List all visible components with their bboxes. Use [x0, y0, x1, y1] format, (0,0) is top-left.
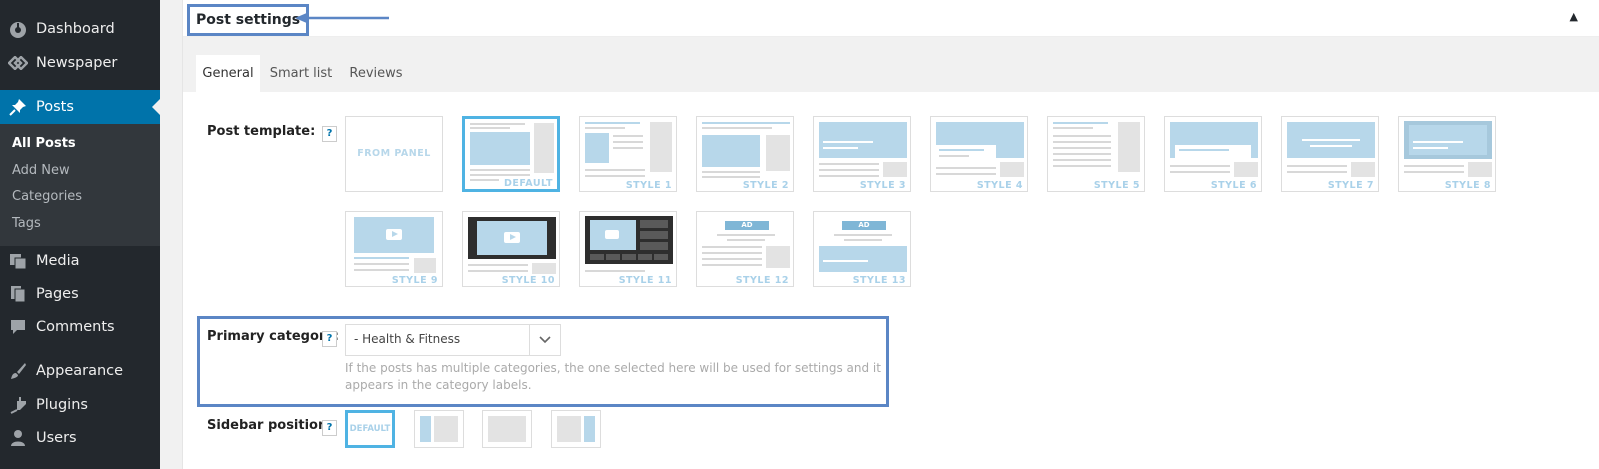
template-label: STYLE 3 — [854, 179, 910, 191]
template-style-6[interactable]: STYLE 6 — [1164, 116, 1262, 192]
template-style-10[interactable]: STYLE 10 — [462, 211, 560, 287]
primary-category-label: Primary category: — [207, 329, 339, 344]
submenu-add-new[interactable]: Add New — [12, 163, 70, 178]
tab-general[interactable]: General — [196, 55, 260, 92]
primary-category-value: - Health & Fitness — [354, 332, 461, 346]
pages-icon — [8, 284, 28, 304]
menu-label: Posts — [36, 99, 74, 115]
template-style-11[interactable]: STYLE 11 — [579, 211, 677, 287]
sidebar-position-none[interactable] — [482, 410, 532, 448]
template-style-7[interactable]: STYLE 7 — [1281, 116, 1379, 192]
template-label: STYLE 13 — [847, 274, 910, 286]
collapse-toggle-icon[interactable]: ▲ — [1570, 10, 1578, 23]
sidebar-position-help-icon[interactable]: ? — [322, 420, 337, 436]
tab-smart-list[interactable]: Smart list — [265, 55, 337, 92]
ad-placeholder: AD — [725, 221, 769, 230]
newspaper-icon — [8, 53, 28, 73]
submenu-categories[interactable]: Categories — [12, 189, 82, 204]
sidebar-position-right[interactable] — [551, 410, 601, 448]
menu-item-comments[interactable]: Comments — [0, 310, 160, 344]
user-icon — [8, 428, 28, 448]
template-default[interactable]: DEFAULT — [462, 116, 560, 192]
menu-item-appearance[interactable]: Appearance — [0, 354, 160, 388]
postbox-header[interactable]: Post settings ▲ — [183, 0, 1599, 37]
submenu-tags[interactable]: Tags — [12, 216, 41, 231]
template-label: STYLE 10 — [496, 274, 559, 286]
primary-category-select[interactable]: - Health & Fitness — [345, 324, 561, 356]
template-label: STYLE 8 — [1439, 179, 1495, 191]
sidebar-default-label: DEFAULT — [349, 424, 391, 434]
dashboard-icon — [8, 19, 28, 39]
menu-label: Dashboard — [36, 21, 115, 37]
media-icon — [8, 251, 28, 271]
post-template-label: Post template: — [207, 124, 316, 139]
post-settings-box: Post settings ▲ General Smart list Revie… — [182, 0, 1599, 469]
menu-label: Media — [36, 253, 80, 269]
sidebar-position-left[interactable] — [414, 410, 464, 448]
template-label: STYLE 11 — [613, 274, 676, 286]
menu-item-users[interactable]: Users — [0, 421, 160, 455]
menu-item-newspaper[interactable]: Newspaper — [0, 46, 160, 80]
menu-label: Plugins — [36, 397, 88, 413]
template-label: STYLE 12 — [730, 274, 793, 286]
menu-label: Appearance — [36, 363, 124, 379]
submenu-all-posts[interactable]: All Posts — [12, 136, 76, 151]
template-from-panel[interactable]: FROM PANEL — [345, 116, 443, 192]
template-label: DEFAULT — [498, 177, 557, 189]
template-style-3[interactable]: STYLE 3 — [813, 116, 911, 192]
menu-item-plugins[interactable]: Plugins — [0, 388, 160, 422]
template-style-9[interactable]: STYLE 9 — [345, 211, 443, 287]
primary-category-help-icon[interactable]: ? — [322, 331, 337, 347]
menu-item-media[interactable]: Media — [0, 244, 160, 278]
template-style-5[interactable]: STYLE 5 — [1047, 116, 1145, 192]
template-label: STYLE 5 — [1088, 179, 1144, 191]
chevron-down-icon[interactable] — [529, 325, 560, 355]
postbox-title: Post settings — [187, 4, 310, 36]
plugin-icon — [8, 395, 28, 415]
template-label: STYLE 9 — [386, 274, 442, 286]
template-label: STYLE 6 — [1205, 179, 1261, 191]
template-label: STYLE 1 — [620, 179, 676, 191]
template-label: STYLE 4 — [971, 179, 1027, 191]
menu-label: Pages — [36, 286, 79, 302]
template-style-2[interactable]: STYLE 2 — [696, 116, 794, 192]
tab-reviews[interactable]: Reviews — [344, 55, 408, 92]
template-style-13[interactable]: AD STYLE 13 — [813, 211, 911, 287]
primary-category-description: If the posts has multiple categories, th… — [345, 361, 881, 392]
menu-item-dashboard[interactable]: Dashboard — [0, 12, 160, 46]
comment-icon — [8, 317, 28, 337]
brush-icon — [8, 361, 28, 381]
sidebar-position-default[interactable]: DEFAULT — [345, 410, 395, 448]
posts-submenu: All Posts Add New Categories Tags — [0, 124, 160, 246]
template-style-12[interactable]: AD STYLE 12 — [696, 211, 794, 287]
menu-item-pages[interactable]: Pages — [0, 277, 160, 311]
menu-label: Comments — [36, 319, 115, 335]
annotation-arrow — [295, 12, 389, 24]
settings-tabs: General Smart list Reviews — [183, 37, 1599, 92]
menu-label: Users — [36, 430, 77, 446]
main-content: Post settings ▲ General Smart list Revie… — [160, 0, 1599, 469]
from-panel-label: FROM PANEL — [357, 148, 431, 159]
menu-label: Newspaper — [36, 55, 118, 71]
sidebar-position-label: Sidebar position: — [207, 418, 333, 433]
post-template-help-icon[interactable]: ? — [322, 126, 337, 142]
template-label: STYLE 2 — [737, 179, 793, 191]
template-style-8[interactable]: STYLE 8 — [1398, 116, 1496, 192]
template-label: STYLE 7 — [1322, 179, 1378, 191]
template-style-1[interactable]: STYLE 1 — [579, 116, 677, 192]
admin-sidebar: Dashboard Newspaper Posts All Posts Add … — [0, 0, 160, 469]
menu-item-posts[interactable]: Posts — [0, 90, 160, 124]
ad-placeholder: AD — [842, 221, 886, 230]
pin-icon — [8, 97, 28, 117]
template-style-4[interactable]: STYLE 4 — [930, 116, 1028, 192]
